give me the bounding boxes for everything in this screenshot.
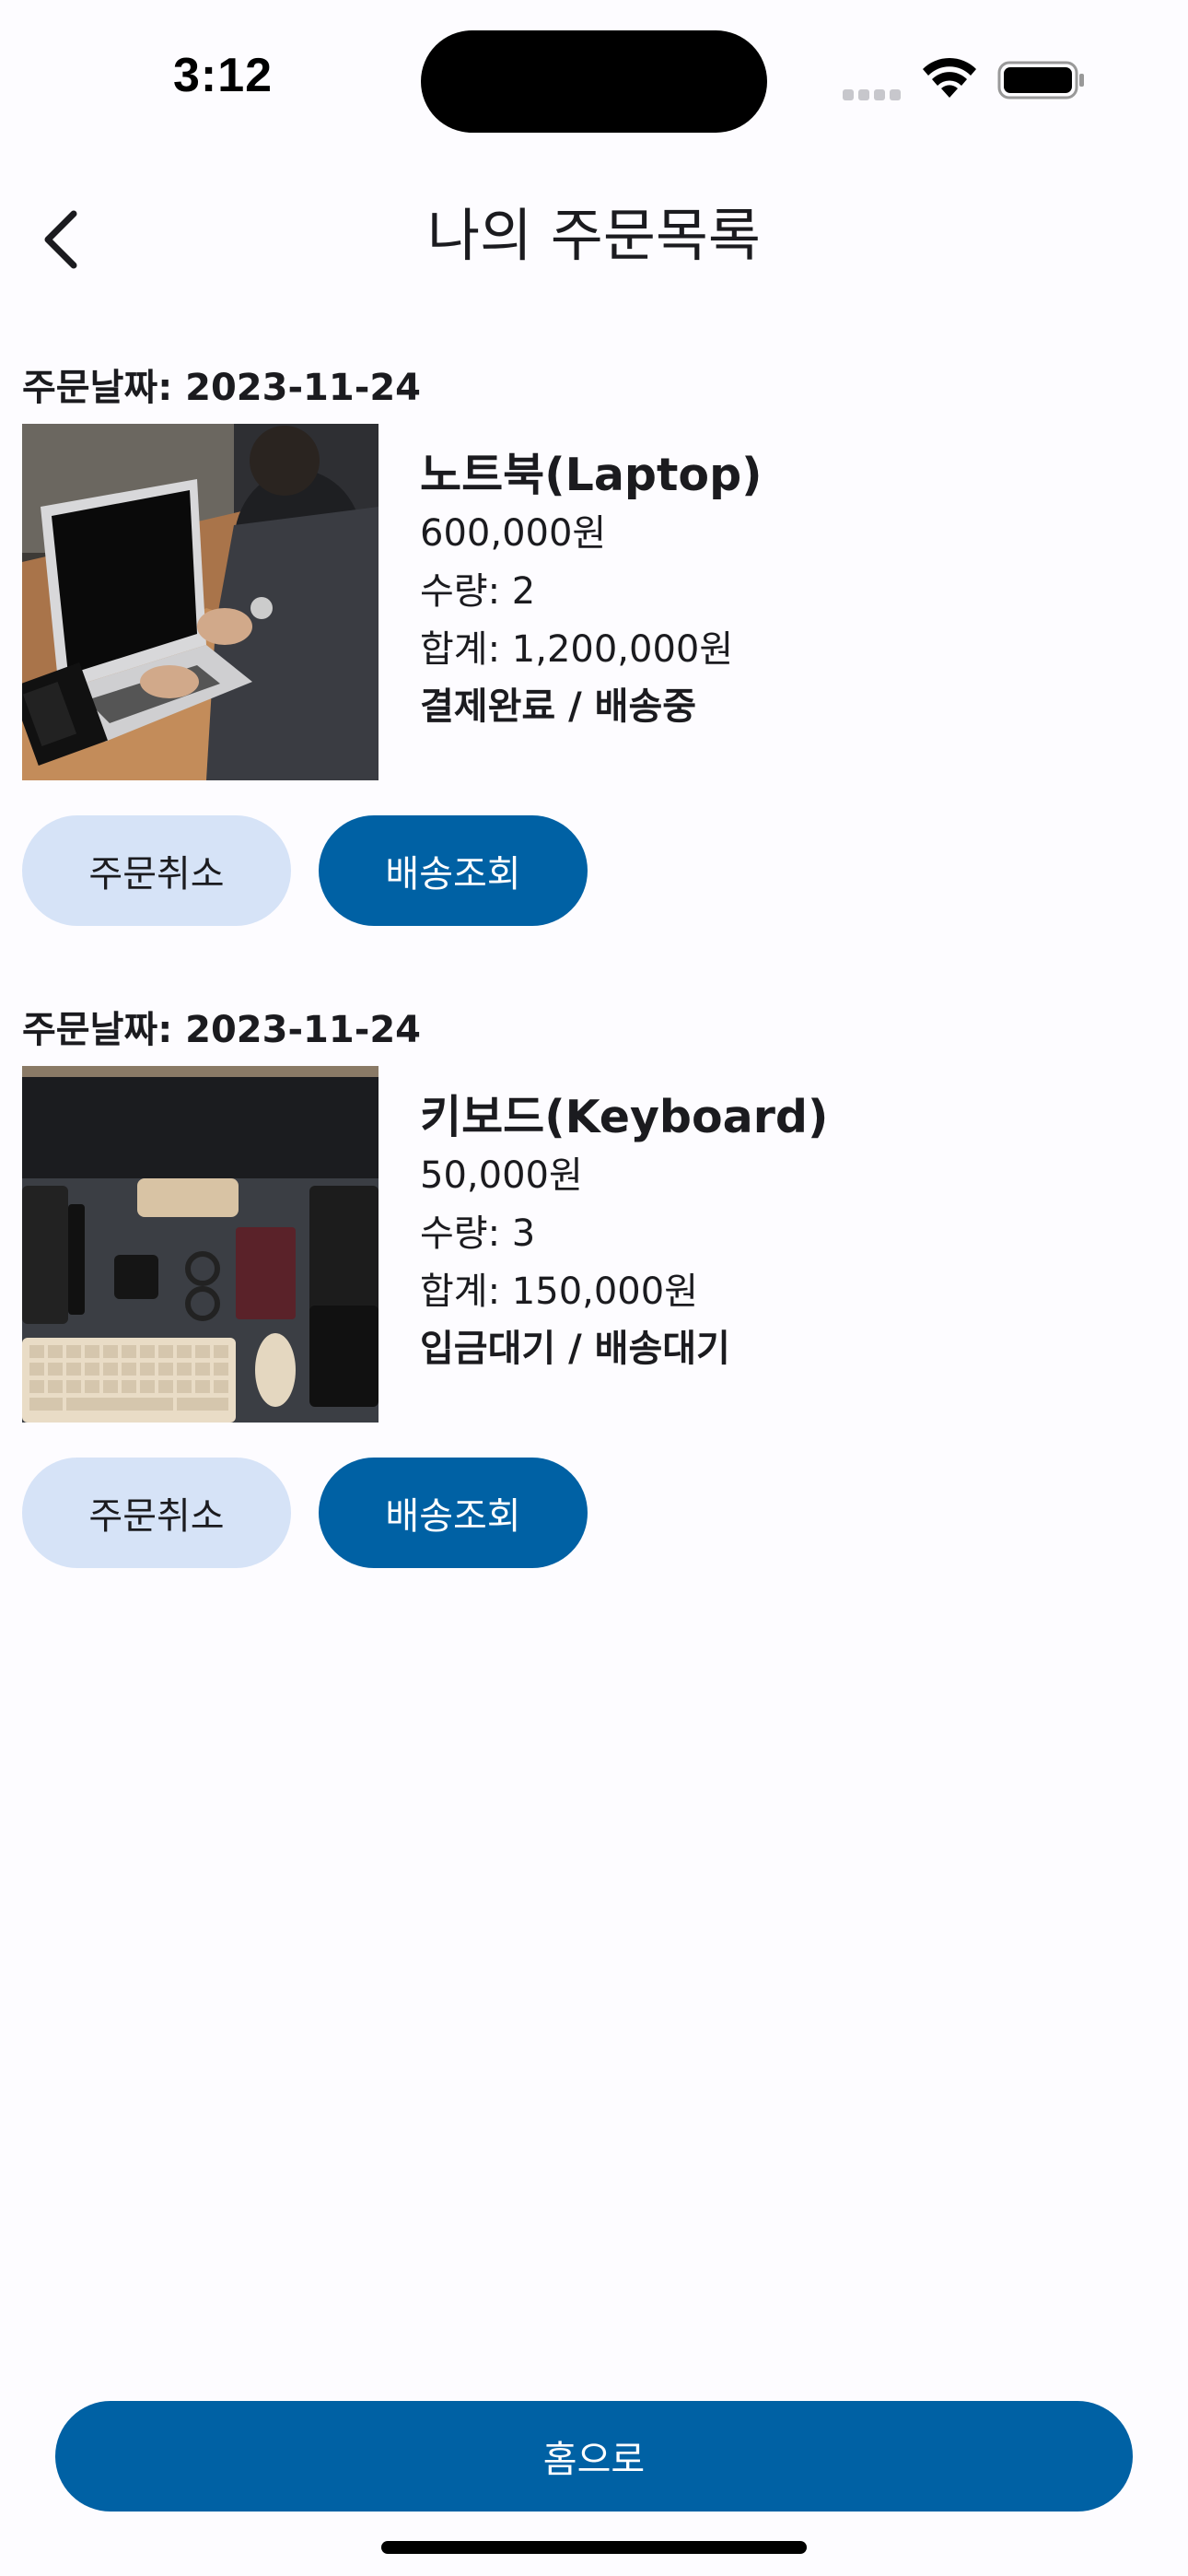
battery-icon bbox=[997, 61, 1084, 100]
order-total: 합계: 1,200,000원 bbox=[420, 628, 734, 671]
product-name: 키보드(Keyboard) bbox=[420, 1091, 829, 1143]
order-status: 입금대기 / 배송대기 bbox=[420, 1328, 730, 1370]
order-total: 합계: 150,000원 bbox=[420, 1270, 699, 1313]
order-info: 노트북(Laptop) 600,000원 수량: 2 합계: 1,200,000… bbox=[420, 446, 763, 734]
cancel-order-button[interactable]: 주문취소 bbox=[22, 1458, 291, 1568]
page-title: 나의 주문목록 bbox=[427, 202, 761, 269]
keyboard-image bbox=[22, 1066, 379, 1423]
cellular-signal-icon bbox=[843, 87, 907, 100]
order-date: 주문날짜: 2023-11-24 bbox=[22, 367, 421, 409]
product-price: 50,000원 bbox=[420, 1154, 583, 1197]
product-quantity: 수량: 3 bbox=[420, 1212, 536, 1255]
product-name: 노트북(Laptop) bbox=[420, 449, 763, 501]
order-info: 키보드(Keyboard) 50,000원 수량: 3 합계: 150,000원… bbox=[420, 1088, 828, 1376]
product-price: 600,000원 bbox=[420, 512, 607, 555]
order-date: 주문날짜: 2023-11-24 bbox=[22, 1009, 421, 1051]
home-button[interactable]: 홈으로 bbox=[55, 2401, 1133, 2512]
cancel-order-button[interactable]: 주문취소 bbox=[22, 815, 291, 926]
product-quantity: 수량: 2 bbox=[420, 570, 536, 613]
dynamic-island bbox=[421, 30, 767, 133]
track-delivery-button[interactable]: 배송조회 bbox=[319, 815, 588, 926]
status-time: 3:12 bbox=[173, 49, 274, 102]
home-indicator bbox=[381, 2541, 807, 2554]
order-status: 결제완료 / 배송중 bbox=[420, 685, 697, 728]
order-list-screen: 3:12 나의 주문목록 주문날짜: 2023-11-24 노트북(Laptop… bbox=[0, 0, 1188, 2576]
laptop-image bbox=[22, 424, 379, 780]
wifi-icon bbox=[923, 57, 976, 98]
track-delivery-button[interactable]: 배송조회 bbox=[319, 1458, 588, 1568]
